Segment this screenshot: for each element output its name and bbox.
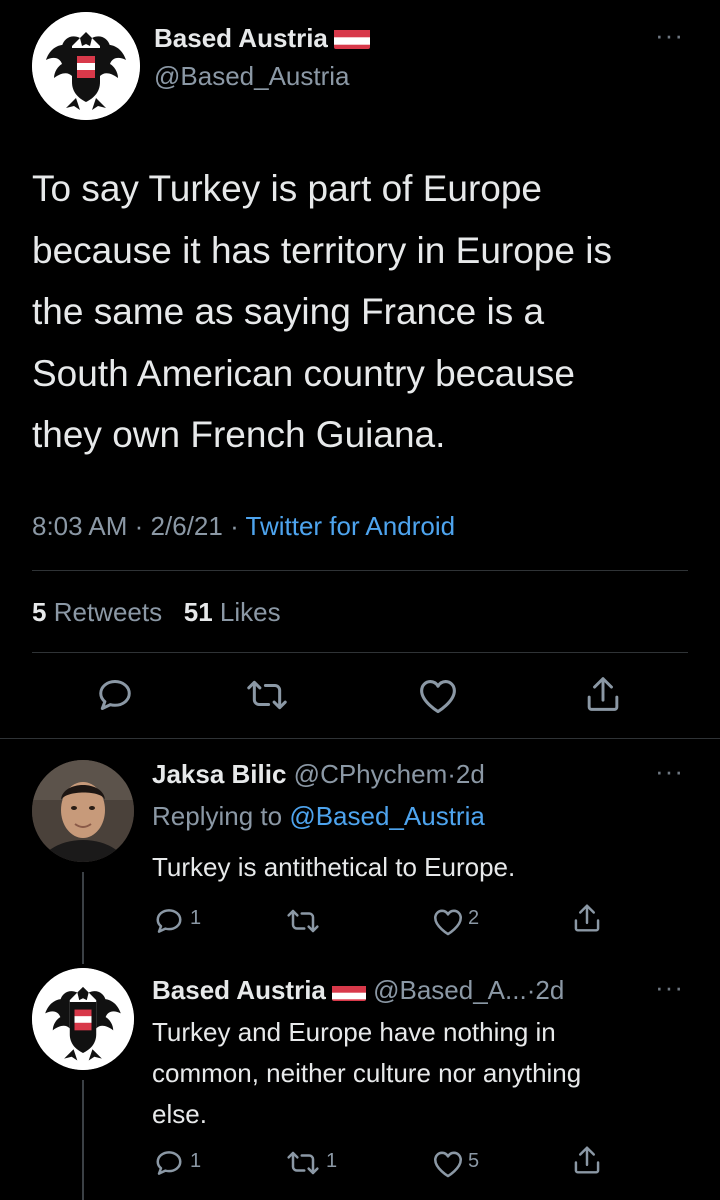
engagement-stats: 5 Retweets 51 Likes — [32, 594, 281, 630]
share-icon[interactable] — [572, 902, 602, 934]
reply-count: 1 — [190, 1150, 202, 1172]
reply-text-line: else. — [152, 1099, 207, 1129]
likes-count: 51 — [183, 597, 213, 627]
share-icon[interactable] — [584, 674, 622, 714]
austria-flag-icon — [333, 27, 370, 49]
thread-line — [82, 1080, 84, 1200]
reply-display-name[interactable]: Jaksa Bilic — [152, 759, 286, 789]
retweet-icon[interactable] — [286, 906, 320, 936]
replying-to: Replying to @Based_Austria — [152, 800, 485, 832]
share-icon[interactable] — [572, 1144, 602, 1176]
tweet-meta: 8:03 AM · 2/6/21 · Twitter for Android — [32, 508, 455, 544]
reply-text: Turkey is antithetical to Europe. — [152, 848, 515, 886]
reply-time: 2d — [455, 759, 485, 789]
likes-stat[interactable]: 51 Likes — [184, 597, 281, 627]
display-name-text: Based Austria — [154, 23, 328, 53]
reply-time: 2d — [535, 975, 565, 1005]
reply-handle[interactable]: @CPhychem — [294, 759, 448, 789]
divider — [32, 570, 688, 571]
retweets-label: Retweets — [53, 597, 163, 627]
reply-text-line: Turkey is antithetical to Europe. — [152, 852, 516, 882]
reply-handle[interactable]: @Based_A... — [373, 975, 527, 1005]
reply-icon[interactable] — [154, 906, 184, 936]
main-avatar[interactable] — [32, 12, 140, 120]
likes-label: Likes — [219, 597, 281, 627]
reply-display-name[interactable]: Based Austria — [152, 975, 326, 1005]
tweet-body: To say Turkey is part of Europe because … — [32, 158, 702, 466]
like-count: 2 — [468, 907, 480, 929]
austria-flag-icon — [331, 981, 366, 1001]
divider — [0, 738, 720, 739]
reply-icon[interactable] — [154, 1148, 184, 1178]
eagle-logo — [32, 968, 134, 1070]
reply-header: Jaksa Bilic @CPhychem·2d — [152, 758, 485, 790]
tweet-text-line: To say Turkey is part of Europe — [32, 168, 543, 209]
tweet-text-line: the same as saying France is a — [32, 291, 545, 332]
reply-text-line: common, neither culture nor anything — [152, 1058, 582, 1088]
meta-separator: · — [447, 759, 456, 789]
meta-separator: · — [134, 511, 144, 541]
retweet-icon[interactable] — [246, 676, 288, 714]
tweet-text-line: they own French Guiana. — [32, 414, 446, 455]
main-display-name[interactable]: Based Austria — [154, 22, 370, 54]
main-handle[interactable]: @Based_Austria — [154, 60, 350, 92]
more-icon[interactable]: ··· — [655, 756, 684, 787]
more-icon[interactable]: ··· — [655, 20, 684, 51]
like-icon[interactable] — [432, 908, 464, 936]
user-photo — [32, 760, 134, 862]
reply-text-line: Turkey and Europe have nothing in — [152, 1017, 556, 1047]
retweets-count: 5 — [32, 597, 47, 627]
meta-separator: · — [230, 511, 239, 541]
reply-header: Based Austria @Based_A...·2d — [152, 974, 564, 1006]
tweet-date: 2/6/21 — [150, 511, 223, 541]
reply-avatar[interactable] — [32, 968, 134, 1070]
tweet-text-line: South American country because — [32, 352, 575, 394]
retweets-stat[interactable]: 5 Retweets — [32, 597, 162, 627]
tweet-source-link[interactable]: Twitter for Android — [246, 511, 456, 541]
replying-label: Replying to — [152, 801, 283, 831]
reply-text: Turkey and Europe have nothing in common… — [152, 1012, 692, 1135]
like-icon[interactable] — [432, 1150, 464, 1178]
like-count: 5 — [468, 1150, 480, 1172]
reply-count: 1 — [190, 907, 202, 929]
eagle-logo — [32, 12, 140, 120]
retweet-icon[interactable] — [286, 1148, 320, 1178]
tweet-time: 8:03 AM — [32, 511, 128, 541]
replying-handle-link[interactable]: @Based_Austria — [289, 801, 485, 831]
thread-line — [82, 872, 84, 964]
reply-avatar[interactable] — [32, 760, 134, 862]
like-icon[interactable] — [418, 678, 458, 714]
tweet-text-line: because it has territory in Europe is — [32, 229, 612, 271]
divider — [32, 652, 688, 653]
retweet-count: 1 — [326, 1150, 338, 1172]
more-icon[interactable]: ··· — [655, 972, 684, 1003]
reply-icon[interactable] — [96, 676, 134, 714]
